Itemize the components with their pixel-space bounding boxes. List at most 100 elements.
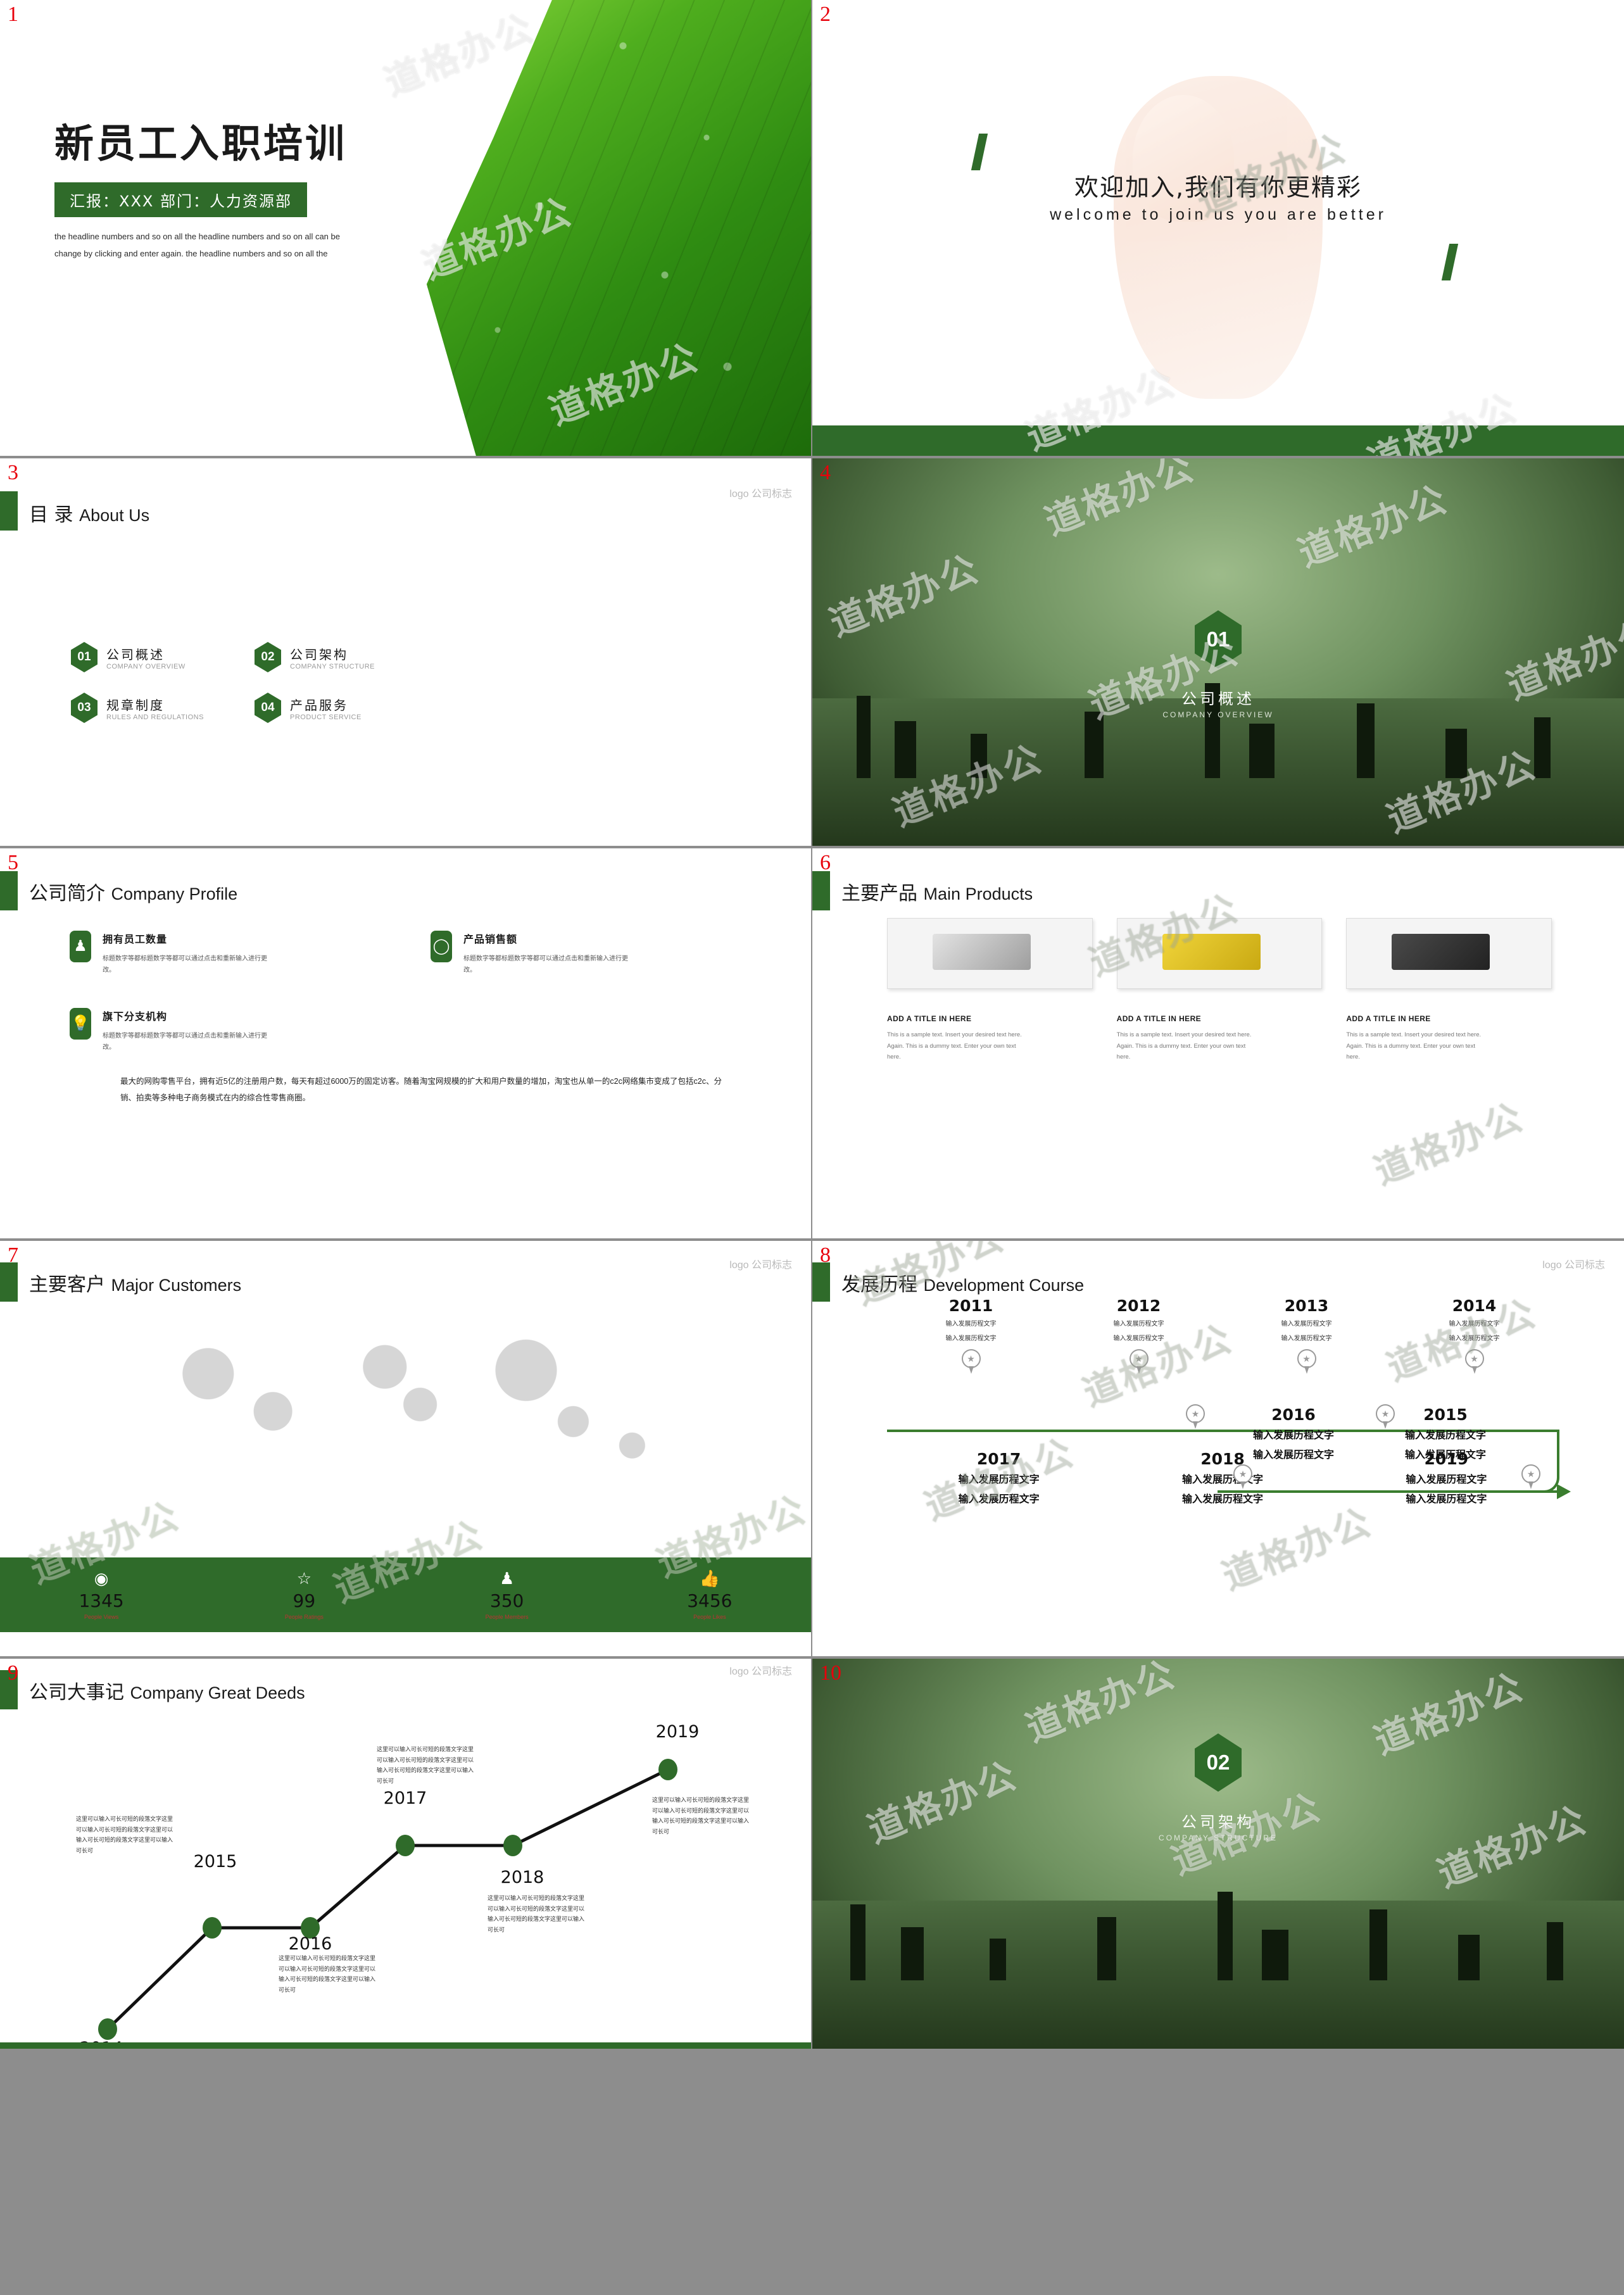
stat-views[interactable]: ◉ 1345 People Views — [0, 1570, 203, 1620]
milestone-year: 2014 — [1452, 1297, 1497, 1315]
toc-label-cn: 产品服务 — [290, 697, 348, 713]
profile-item-title: 拥有员工数量 — [103, 933, 168, 945]
slide-number: 6 — [820, 851, 831, 874]
chart-point-2017[interactable] — [396, 1835, 415, 1856]
profile-item-body: 标题数字等都标题数字等都可以通过点击和重新输入进行更改。 — [103, 1033, 267, 1051]
section-title-en: COMPANY STRUCTURE — [1159, 1833, 1278, 1842]
toc-item-04[interactable]: 04 产品服务 PRODUCT SERVICE — [255, 693, 400, 723]
product-description: This is a sample text. Insert your desir… — [1116, 1031, 1252, 1061]
chart-point-2015[interactable] — [203, 1917, 222, 1939]
section-background — [812, 1659, 1624, 2049]
city-skyline — [812, 1870, 1624, 2049]
map-pin-icon: ★ — [1233, 1464, 1252, 1490]
slide-5[interactable]: 5 公司简介 Company Profile ♟ 拥有员工数量 标题数字等都标题… — [0, 848, 812, 1241]
chart-point-2019[interactable] — [658, 1759, 677, 1780]
slide-2[interactable]: 2 欢迎加入,我们有你更精彩 welcome to join us you ar… — [812, 0, 1624, 458]
section-title-cn: 公司概述 — [1181, 690, 1255, 708]
chart-label-2015: 2015 — [193, 1852, 237, 1871]
logo-placeholder: logo 公司标志 — [729, 489, 792, 500]
stat-label: People Members — [485, 1613, 529, 1620]
slide-number: 10 — [820, 1661, 841, 1685]
slide-7[interactable]: 7 主要客户 Major Customers logo 公司标志 ◉ 1345 … — [0, 1241, 812, 1659]
product-card[interactable]: ADD A TITLE IN HERE This is a sample tex… — [1116, 918, 1323, 1063]
hex-number-icon: 02 — [255, 642, 281, 672]
page-title-cn: 发展历程 — [841, 1274, 917, 1296]
stat-likes[interactable]: 👍 3456 People Likes — [608, 1570, 811, 1620]
slide-10[interactable]: 10 02 公司架构 COMPANY STRUCTURE 道格办公 道格办公 道… — [812, 1659, 1624, 2051]
header-accent-bar — [0, 1262, 18, 1302]
profile-item-body: 标题数字等都标题数字等都可以通过点击和重新输入进行更改。 — [463, 955, 628, 974]
world-map-graphic — [114, 1316, 703, 1487]
product-title: ADD A TITLE IN HERE — [887, 1014, 972, 1023]
profile-item-sales[interactable]: ◯ 产品销售额 标题数字等都标题数字等都可以通过点击和重新输入进行更改。 — [431, 931, 741, 976]
toc-label-en: COMPANY STRUCTURE — [290, 662, 375, 670]
subtitle-text: the headline numbers and so on all the h… — [54, 232, 340, 259]
timeline-milestone-2017[interactable]: 2017 输入发展历程文字 输入发展历程文字 — [887, 1450, 1111, 1507]
product-card[interactable]: ADD A TITLE IN HERE This is a sample tex… — [1346, 918, 1552, 1063]
toc-item-03[interactable]: 03 规章制度 RULES AND REGULATIONS — [71, 693, 217, 723]
page-title-en: Development Course — [923, 1276, 1085, 1295]
chart-annotation-2019: 这里可以输入可长可短的段落文字这里可以输入可长可短的段落文字这里可以输入可长可短… — [652, 1797, 750, 1835]
stat-label: People Likes — [693, 1613, 726, 1620]
map-pin-icon: ★ — [1129, 1349, 1149, 1374]
hex-number-icon: 03 — [71, 693, 98, 723]
toc-label-en: PRODUCT SERVICE — [290, 713, 362, 721]
header-accent-bar — [0, 491, 18, 531]
map-pin-icon: ★ — [1186, 1404, 1205, 1430]
profile-item-employees[interactable]: ♟ 拥有员工数量 标题数字等都标题数字等都可以通过点击和重新输入进行更改。 — [70, 931, 380, 976]
statistics-bar: ◉ 1345 People Views ☆ 99 People Ratings … — [0, 1557, 811, 1632]
chart-label-2018: 2018 — [500, 1868, 544, 1887]
stat-ratings[interactable]: ☆ 99 People Ratings — [203, 1570, 405, 1620]
timeline-milestone-2012[interactable]: 2012 输入发展历程文字 输入发展历程文字 ★ — [1055, 1297, 1223, 1374]
milestone-line-1: 输入发展历程文字 — [958, 1473, 1040, 1485]
milestone-line-1: 输入发展历程文字 — [1404, 1429, 1486, 1441]
header-accent-bar — [812, 1262, 830, 1302]
chart-label-2019: 2019 — [655, 1722, 700, 1742]
timeline-milestone-2013[interactable]: 2013 输入发展历程文字 输入发展历程文字 ★ — [1223, 1297, 1390, 1374]
section-title-cn: 公司架构 — [1181, 1813, 1255, 1831]
timeline-milestone-2014[interactable]: 2014 输入发展历程文字 输入发展历程文字 ★ — [1390, 1297, 1558, 1374]
toc-label-cn: 公司概述 — [106, 646, 165, 662]
slide-number: 8 — [820, 1243, 831, 1267]
logo-placeholder: logo 公司标志 — [729, 1260, 792, 1271]
toc-label-cn: 公司架构 — [290, 646, 348, 662]
product-image — [1346, 918, 1552, 989]
milestone-line-2: 输入发展历程文字 — [1406, 1492, 1487, 1505]
timeline-milestone-2011[interactable]: 2011 输入发展历程文字 输入发展历程文字 ★ — [887, 1297, 1055, 1374]
bulb-icon: 💡 — [70, 1008, 91, 1040]
product-description: This is a sample text. Insert your desir… — [887, 1031, 1022, 1061]
milestone-line-1: 输入发展历程文字 — [1181, 1473, 1263, 1485]
chart-annotation-2017: 这里可以输入可长可短的段落文字这里可以输入可长可短的段落文字这里可以输入可长可短… — [377, 1746, 474, 1784]
milestone-line-1: 输入发展历程文字 — [1113, 1321, 1164, 1328]
chart-point-2018[interactable] — [503, 1835, 522, 1856]
toc-item-02[interactable]: 02 公司架构 COMPANY STRUCTURE — [255, 642, 400, 672]
slide-4[interactable]: 4 01 公司概述 COMPANY OVERVIEW 道格办公 道格办公 道格办… — [812, 458, 1624, 848]
milestone-line-2: 输入发展历程文字 — [945, 1335, 997, 1342]
slide-deck-grid: 道格办公 道格办公 道格办公 1 新员工入职培训 汇报：XXX 部门：人力资源部… — [0, 0, 1624, 2295]
slide-8[interactable]: 8 发展历程 Development Course logo 公司标志 2011… — [812, 1241, 1624, 1659]
milestone-line-2: 输入发展历程文字 — [1181, 1492, 1263, 1505]
stat-members[interactable]: ♟ 350 People Members — [406, 1570, 608, 1620]
chart-point-2014[interactable] — [98, 2018, 117, 2040]
toc-item-01[interactable]: 01 公司概述 COMPANY OVERVIEW — [71, 642, 217, 672]
page-title-cn: 主要客户 — [29, 1274, 105, 1296]
logo-placeholder: logo 公司标志 — [1542, 1260, 1605, 1271]
eye-icon: ◉ — [94, 1568, 109, 1588]
milestone-line-2: 输入发展历程文字 — [1449, 1335, 1500, 1342]
slide-3[interactable]: 3 目 录 About Us logo 公司标志 01 公司概述 COMPANY… — [0, 458, 812, 848]
slide-number: 2 — [820, 3, 831, 26]
timeline-top-row: 2011 输入发展历程文字 输入发展历程文字 ★ 2012 输入发展历程文字 输… — [887, 1297, 1558, 1374]
profile-item-branches[interactable]: 💡 旗下分支机构 标题数字等都标题数字等都可以通过点击和重新输入进行更改。 — [70, 1008, 380, 1053]
product-card[interactable]: ADD A TITLE IN HERE This is a sample tex… — [887, 918, 1093, 1063]
map-pin-icon: ★ — [1376, 1404, 1395, 1430]
profile-item-title: 旗下分支机构 — [103, 1010, 168, 1022]
slide-9[interactable]: 9 公司大事记 Company Great Deeds logo 公司标志 20… — [0, 1659, 812, 2051]
page-title-cn: 主要产品 — [841, 883, 917, 905]
slide-number: 4 — [820, 461, 831, 484]
page-title-en: Main Products — [923, 884, 1033, 903]
hex-number-icon: 04 — [255, 693, 281, 723]
slide-6[interactable]: 6 主要产品 Main Products ADD A TITLE IN HERE… — [812, 848, 1624, 1241]
page-title-en: Company Profile — [111, 884, 238, 903]
timeline-milestone-2018[interactable]: 2018 输入发展历程文字 输入发展历程文字 — [1111, 1450, 1334, 1507]
slide-1[interactable]: 道格办公 道格办公 道格办公 1 新员工入职培训 汇报：XXX 部门：人力资源部… — [0, 0, 812, 458]
